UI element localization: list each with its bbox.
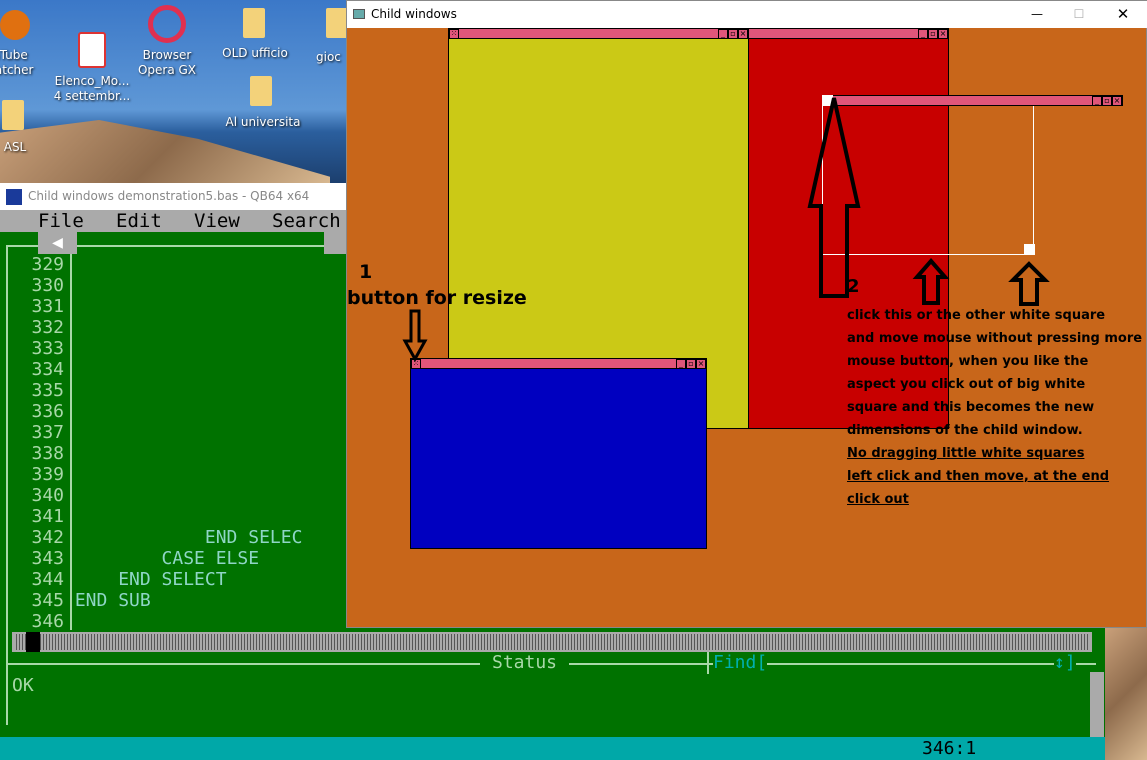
code-line: 335 [0, 380, 389, 401]
cursor-position: 346:1 [922, 738, 977, 759]
vertical-scrollbar[interactable] [1090, 672, 1104, 737]
menu-view[interactable]: View [194, 210, 272, 232]
instruction-line: aspect you click out of big white [847, 377, 1086, 392]
code-line: 331 [0, 296, 389, 317]
line-number: 338 [31, 443, 64, 464]
desktop-icon-label[interactable]: Browser Opera GX [127, 48, 207, 78]
code-line: 337 [0, 422, 389, 443]
folder-icon[interactable] [326, 8, 348, 38]
code-line: 333 [0, 338, 389, 359]
line-number: 341 [31, 506, 64, 527]
qb64-statusbar: 346:1 [0, 737, 1105, 760]
instruction-line: left click and then move, at the end [847, 469, 1110, 484]
instruction-line: square and this becomes the new [847, 400, 1095, 415]
code-line: 343 CASE ELSE [0, 548, 389, 569]
code-line: 341 [0, 506, 389, 527]
desktop-icon-label[interactable]: Elenco_Mo... 4 settembr... [52, 74, 132, 104]
code-line: 342 END SELEC [0, 527, 389, 548]
find-label[interactable]: Find[ [713, 652, 768, 673]
code-line: 332 [0, 317, 389, 338]
folder-icon[interactable] [250, 76, 272, 106]
child-windows-app: Child windows — ☐ ✕ _ ▫ × ⁙ _ ▫ × ⁙ _ ▫ … [346, 0, 1147, 628]
code-text: E [74, 485, 390, 506]
code-line: 346 [0, 611, 389, 632]
desktop-icon-label[interactable]: aTube Catcher [0, 48, 50, 78]
line-number: 343 [31, 548, 64, 569]
atube-icon[interactable] [0, 10, 30, 40]
qb64-icon [6, 189, 22, 205]
line-number: 336 [31, 401, 64, 422]
wallpaper-rock [1105, 628, 1147, 760]
line-number: 333 [31, 338, 64, 359]
instruction-line: click out [847, 492, 909, 507]
code-line: 334 [0, 359, 389, 380]
label-1-number: 1 [359, 261, 373, 283]
instruction-line: No dragging little white squares [847, 446, 1085, 461]
line-number: 340 [31, 485, 64, 506]
code-text: END SELEC [74, 527, 303, 548]
code-line: 345 END SUB [0, 590, 389, 611]
code-line: 329 [0, 254, 389, 275]
line-number: 346 [31, 611, 64, 632]
instruction-line: mouse button, when you like the [847, 354, 1089, 369]
qb64-titlebar: Child windows demonstration5.bas - QB64 … [0, 183, 347, 210]
code-lines: 329 330 331 332 333 334 335 336 337 338 … [0, 254, 389, 632]
line-number: 339 [31, 464, 64, 485]
scroll-left-icon[interactable]: ◀ [38, 232, 77, 254]
instruction-line: dimensions of the child window. [847, 423, 1083, 438]
status-text: OK [12, 675, 34, 696]
desktop-icon-label[interactable]: OLD ufficio [215, 46, 295, 61]
line-number: 334 [31, 359, 64, 380]
line-number: 332 [31, 317, 64, 338]
instruction-line: and move mouse without pressing more [847, 331, 1143, 346]
menu-search[interactable]: Search [272, 210, 341, 232]
arrow-down-icon [402, 309, 428, 363]
find-end: ↕] [1054, 652, 1076, 673]
desktop-icon-label[interactable]: ASL [0, 140, 55, 155]
line-number: 331 [31, 296, 64, 317]
code-line: 338 [0, 443, 389, 464]
line-number: 335 [31, 380, 64, 401]
status-label: Status [480, 652, 570, 673]
folder-icon[interactable] [2, 100, 24, 130]
label-1-text: button for resize [347, 287, 527, 309]
code-line: 344 END SELECT [0, 569, 389, 590]
line-number: 329 [31, 254, 64, 275]
line-number: 345 [31, 590, 64, 611]
opera-icon[interactable] [148, 5, 186, 43]
arrow-up-icon [1008, 261, 1050, 306]
horizontal-scrollbar[interactable] [12, 632, 1092, 652]
code-line: 339 [0, 464, 389, 485]
code-line: 340 E [0, 485, 389, 506]
arrow-up-icon [912, 257, 950, 305]
menu-edit[interactable]: Edit [116, 210, 194, 232]
folder-icon[interactable] [243, 8, 265, 38]
code-text: END SUB [74, 590, 151, 611]
line-number: 337 [31, 422, 64, 443]
qb64-menubar: File Edit View Search [0, 210, 346, 232]
arrow-up-icon [807, 97, 861, 298]
qb64-title: Child windows demonstration5.bas - QB64 … [28, 189, 310, 203]
code-text: CASE ELSE [74, 548, 260, 569]
code-text: END SELECT [74, 569, 227, 590]
instruction-line: click this or the other white square [847, 308, 1106, 323]
pdf-icon[interactable] [78, 32, 106, 68]
label-2-number: 2 [847, 276, 860, 297]
scroll-thumb[interactable] [26, 632, 40, 652]
line-number: 344 [31, 569, 64, 590]
line-number: 330 [31, 275, 64, 296]
line-number: 342 [31, 527, 64, 548]
code-line: 330 [0, 275, 389, 296]
code-line: 336 [0, 401, 389, 422]
instructions: click this or the other white square and… [847, 304, 1142, 511]
desktop-icon-label[interactable]: Al universita [223, 115, 303, 130]
menu-file[interactable]: File [38, 210, 116, 232]
